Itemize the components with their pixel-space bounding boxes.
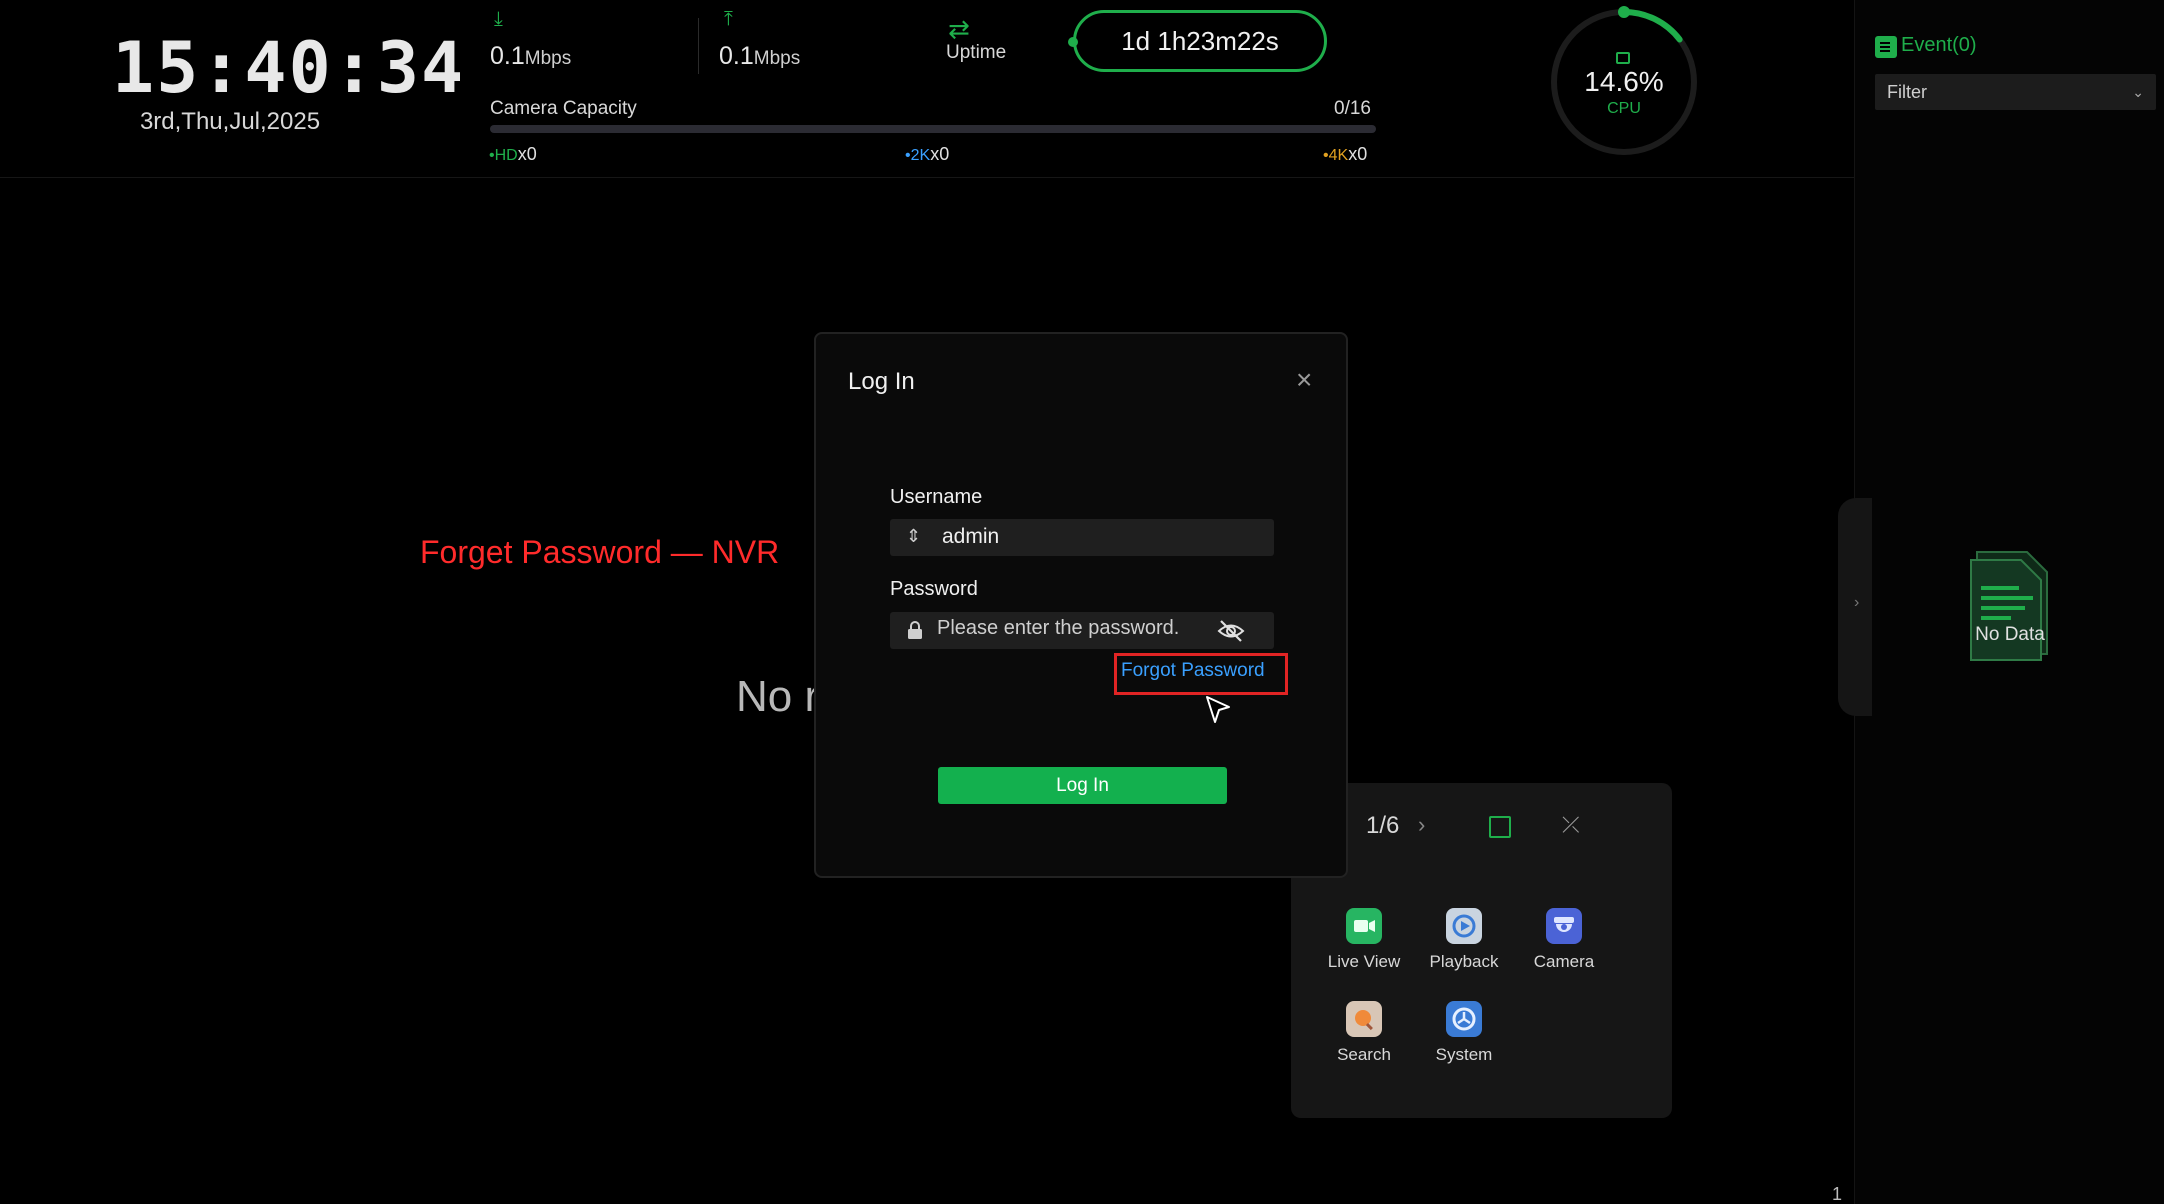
uptime-indicator-dot [1068, 37, 1078, 47]
legend-tag: 4K [1328, 147, 1349, 164]
quick-menu-search[interactable]: Search [1309, 1001, 1419, 1065]
upload-arrow-icon: ⤒ [724, 8, 733, 30]
capacity-legend-2k: •2Kx0 [905, 144, 950, 164]
upload-rate: 0.1Mbps [719, 42, 800, 71]
forgot-password-link[interactable]: Forgot Password [1121, 660, 1265, 682]
quick-menu-system[interactable]: System [1409, 1001, 1519, 1065]
event-filter-select[interactable]: Filter ⌄ [1875, 74, 2156, 110]
event-list-icon[interactable] [1875, 36, 1897, 58]
quick-menu-live-view[interactable]: Live View [1309, 908, 1419, 972]
username-label: Username [890, 486, 983, 508]
divider [698, 18, 699, 74]
legend-tag: 2K [910, 147, 931, 164]
collapse-icon[interactable]: ⤫ [1562, 812, 1580, 838]
camera-icon [1546, 908, 1582, 944]
search-icon [1346, 1001, 1382, 1037]
cpu-chip-icon [1616, 52, 1630, 64]
playback-icon [1446, 908, 1482, 944]
quick-menu-label: Playback [1429, 952, 1499, 971]
chevron-down-icon: ⌄ [2132, 84, 2144, 100]
legend-count: x0 [1348, 144, 1368, 164]
cpu-value: 14.6% [1584, 66, 1664, 97]
camera-capacity-bar [490, 125, 1376, 133]
lock-icon [908, 621, 922, 639]
uptime-label: Uptime [946, 42, 1007, 63]
quick-menu-page: 1/6 [1366, 812, 1400, 839]
clock-time: 15:40:34 [112, 27, 466, 109]
page-number: 1 [1832, 1184, 1843, 1204]
dialog-title: Log In [848, 368, 915, 395]
download-rate-unit: Mbps [524, 48, 572, 69]
annotation-title: Forget Password — NVR [420, 534, 780, 570]
upload-rate-value: 0.1 [719, 42, 754, 70]
cpu-gauge-knob [1618, 6, 1630, 18]
quick-menu-label: Camera [1533, 952, 1595, 971]
clock-date: 3rd,Thu,Jul,2025 [139, 108, 321, 135]
capacity-legend-4k: •4Kx0 [1323, 144, 1368, 164]
cpu-label: CPU [1607, 100, 1641, 117]
no-record-text: No r [736, 672, 820, 721]
no-data-label: No Data [1975, 624, 2045, 645]
event-label[interactable]: Event(0) [1901, 34, 1977, 57]
legend-count: x0 [930, 144, 950, 164]
close-icon[interactable]: × [1296, 366, 1312, 394]
live-view-icon [1346, 908, 1382, 944]
uptime-cycle-icon: ⇄ [948, 14, 970, 44]
login-button[interactable]: Log In [938, 767, 1227, 804]
quick-menu-camera[interactable]: Camera [1509, 908, 1619, 972]
legend-tag: HD [494, 147, 518, 164]
download-rate: 0.1Mbps [490, 42, 571, 71]
eye-hidden-icon[interactable] [1216, 616, 1246, 646]
chevron-right-icon: › [1854, 594, 1860, 611]
capacity-legend-hd: •HDx0 [489, 144, 537, 164]
quick-menu-playback[interactable]: Playback [1409, 908, 1519, 972]
legend-count: x0 [517, 144, 537, 164]
quick-menu-label: Search [1337, 1045, 1391, 1064]
password-placeholder[interactable]: Please enter the password. [937, 617, 1179, 640]
chevron-right-icon[interactable]: › [1418, 812, 1425, 838]
quick-menu-label: System [1435, 1045, 1493, 1064]
download-rate-value: 0.1 [490, 42, 525, 70]
system-icon [1446, 1001, 1482, 1037]
upload-rate-unit: Mbps [753, 48, 801, 69]
camera-capacity-count: 0/16 [1334, 98, 1371, 119]
mouse-pointer-icon [1206, 696, 1230, 723]
quick-menu-label: Live View [1327, 952, 1401, 971]
single-view-layout-icon[interactable] [1489, 816, 1511, 838]
event-panel: Event(0) Filter ⌄ No Data [1854, 0, 2164, 1204]
uptime-value: 1d 1h23m22s [1073, 10, 1327, 72]
event-filter-label: Filter [1887, 82, 1927, 102]
camera-capacity-label: Camera Capacity [490, 98, 637, 119]
username-value[interactable]: admin [942, 525, 999, 549]
password-label: Password [890, 578, 978, 600]
download-arrow-icon: ⤓ [494, 8, 503, 30]
user-icon: ⇕ [906, 526, 922, 546]
